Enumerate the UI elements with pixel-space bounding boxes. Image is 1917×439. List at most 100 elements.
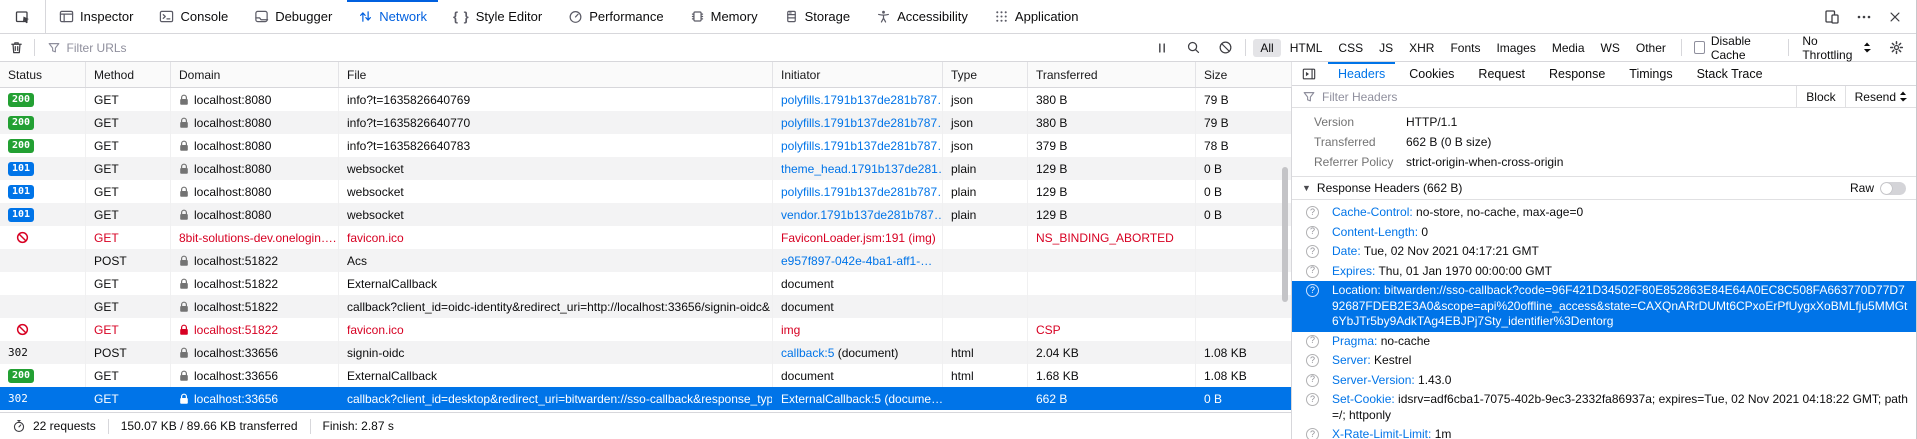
tab-performance[interactable]: Performance [555,0,676,33]
pick-element-icon[interactable] [0,0,46,33]
column-header-type[interactable]: Type [943,62,1028,87]
initiator-link[interactable]: callback:5 [781,346,834,360]
header-row[interactable]: ?Cache-Control: no-store, no-cache, max-… [1292,203,1916,223]
funnel-icon [1302,90,1316,104]
tab-inspector[interactable]: Inspector [46,0,146,33]
tab-debugger[interactable]: Debugger [241,0,345,33]
response-headers-section-header[interactable]: ▼ Response Headers (662 B) Raw [1292,176,1916,200]
type-filter-media[interactable]: Media [1545,39,1592,57]
header-row[interactable]: ?X-Rate-Limit-Limit: 1m [1292,425,1916,439]
resend-button[interactable]: Resend [1845,86,1916,107]
request-row[interactable]: GETlocalhost:51822ExternalCallbackdocume… [0,272,1291,295]
tab-console[interactable]: Console [146,0,241,33]
initiator-link[interactable]: vendor.1791b137de281b787… [781,208,943,222]
column-header-transferred[interactable]: Transferred [1028,62,1196,87]
details-tab-cookies[interactable]: Cookies [1397,62,1466,85]
request-row[interactable]: POSTlocalhost:51822Acse957f897-042e-4ba1… [0,249,1291,272]
details-tab-headers[interactable]: Headers [1326,62,1397,85]
tab-application[interactable]: Application [981,0,1092,33]
tab-memory[interactable]: Memory [677,0,771,33]
filter-urls-input[interactable]: Filter URLs [35,41,1155,55]
initiator-link[interactable]: theme_head.1791b137de281… [781,162,943,176]
headers-panel: VersionHTTP/1.1Transferred662 B (0 B siz… [1292,108,1916,439]
request-row[interactable]: 101GETlocalhost:8080websocketvendor.1791… [0,203,1291,226]
cell-domain: localhost:8080 [171,111,339,134]
request-row[interactable]: 200GETlocalhost:8080info?t=1635826640783… [0,134,1291,157]
cell-domain: localhost:8080 [171,203,339,226]
tab-style-editor[interactable]: { }Style Editor [440,0,555,33]
column-header-size[interactable]: Size [1196,62,1292,87]
network-settings-button[interactable] [1885,40,1916,55]
updown-icon [1863,42,1871,53]
type-filter-js[interactable]: JS [1372,39,1400,57]
request-list-scrollbar[interactable] [1282,167,1288,302]
close-icon[interactable] [1888,10,1902,24]
header-row[interactable]: ?Server: Kestrel [1292,351,1916,371]
header-row[interactable]: ?Expires: Thu, 01 Jan 1970 00:00:00 GMT [1292,262,1916,282]
column-header-method[interactable]: Method [86,62,171,87]
initiator-link[interactable]: polyfills.1791b137de281b787… [781,116,943,130]
request-row[interactable]: GETlocalhost:51822favicon.icoimgCSP [0,318,1291,341]
type-filter-all[interactable]: All [1253,39,1280,57]
pause-icon[interactable] [1155,41,1169,55]
request-row[interactable]: GET8bit-solutions-dev.onelogin….favicon.… [0,226,1291,249]
header-row[interactable]: ?Set-Cookie: idsrv=adf6cba1-7075-402b-9e… [1292,390,1916,425]
meatball-menu-icon[interactable] [1856,9,1872,25]
column-header-status[interactable]: Status [0,62,86,87]
request-row[interactable]: 200GETlocalhost:33656ExternalCallbackdoc… [0,364,1291,387]
details-tab-stack-trace[interactable]: Stack Trace [1685,62,1775,85]
request-row[interactable]: 200GETlocalhost:8080info?t=1635826640769… [0,88,1291,111]
details-tab-response[interactable]: Response [1537,62,1617,85]
block-icon[interactable] [1218,40,1233,55]
domain-text: localhost:8080 [194,116,271,130]
initiator-link[interactable]: e957f897-042e-4ba1-aff1-… [781,254,932,268]
tab-accessibility[interactable]: Accessibility [863,0,981,33]
details-tab-request[interactable]: Request [1466,62,1537,85]
filter-headers-input[interactable]: Filter Headers [1292,90,1796,104]
request-row[interactable]: GETlocalhost:51822callback?client_id=oid… [0,295,1291,318]
tab-storage[interactable]: Storage [771,0,864,33]
tab-network[interactable]: Network [345,0,440,33]
column-header-domain[interactable]: Domain [171,62,339,87]
header-row[interactable]: ?Location: bitwarden://sso-callback?code… [1292,281,1916,332]
column-header-initiator[interactable]: Initiator [773,62,943,87]
request-row[interactable]: 200GETlocalhost:8080info?t=1635826640770… [0,111,1291,134]
request-row[interactable]: 302POSTlocalhost:33656signin-oidccallbac… [0,341,1291,364]
request-row[interactable]: 101GETlocalhost:8080websocketpolyfills.1… [0,180,1291,203]
type-filter-xhr[interactable]: XHR [1402,39,1441,57]
clear-requests-button[interactable] [0,40,34,55]
header-row[interactable]: ?Date: Tue, 02 Nov 2021 04:17:21 GMT [1292,242,1916,262]
initiator-link[interactable]: polyfills.1791b137de281b787… [781,93,943,107]
type-filter-css[interactable]: CSS [1331,39,1370,57]
raw-toggle[interactable] [1880,182,1906,195]
request-row[interactable]: 302GETlocalhost:33656callback?client_id=… [0,387,1291,410]
type-filter-html[interactable]: HTML [1283,39,1330,57]
throttling-dropdown[interactable]: No Throttling [1788,34,1885,62]
type-filter-ws[interactable]: WS [1594,39,1627,57]
header-row[interactable]: ?Server-Version: 1.43.0 [1292,371,1916,391]
status-badge: 101 [8,208,34,222]
header-row[interactable]: ?Pragma: no-cache [1292,332,1916,352]
initiator-link[interactable]: polyfills.1791b137de281b787… [781,185,943,199]
disable-cache-checkbox[interactable] [1694,41,1705,54]
cell-file: Acs [339,249,773,272]
initiator-link[interactable]: polyfills.1791b137de281b787… [781,139,943,153]
request-row[interactable]: 101GETlocalhost:8080websockettheme_head.… [0,157,1291,180]
cell-status: 302 [0,387,86,410]
type-filter-fonts[interactable]: Fonts [1443,39,1487,57]
type-filter-images[interactable]: Images [1489,39,1542,57]
cell-type: plain [943,180,1028,203]
block-button[interactable]: Block [1796,86,1844,107]
column-header-file[interactable]: File [339,62,773,87]
disable-cache-control[interactable]: Disable Cache [1682,34,1788,62]
header-row[interactable]: ?Content-Length: 0 [1292,223,1916,243]
header-name: Content-Length: [1332,225,1421,239]
responsive-design-icon[interactable] [1824,9,1840,25]
type-filter-other[interactable]: Other [1629,39,1673,57]
initiator-link[interactable]: FaviconLoader.jsm:191 [781,231,905,245]
cell-domain: localhost:51822 [171,295,339,318]
search-icon[interactable] [1186,40,1201,55]
summary-row: VersionHTTP/1.1 [1292,112,1916,132]
expand-details-icon[interactable] [1292,62,1326,85]
details-tab-timings[interactable]: Timings [1617,62,1684,85]
